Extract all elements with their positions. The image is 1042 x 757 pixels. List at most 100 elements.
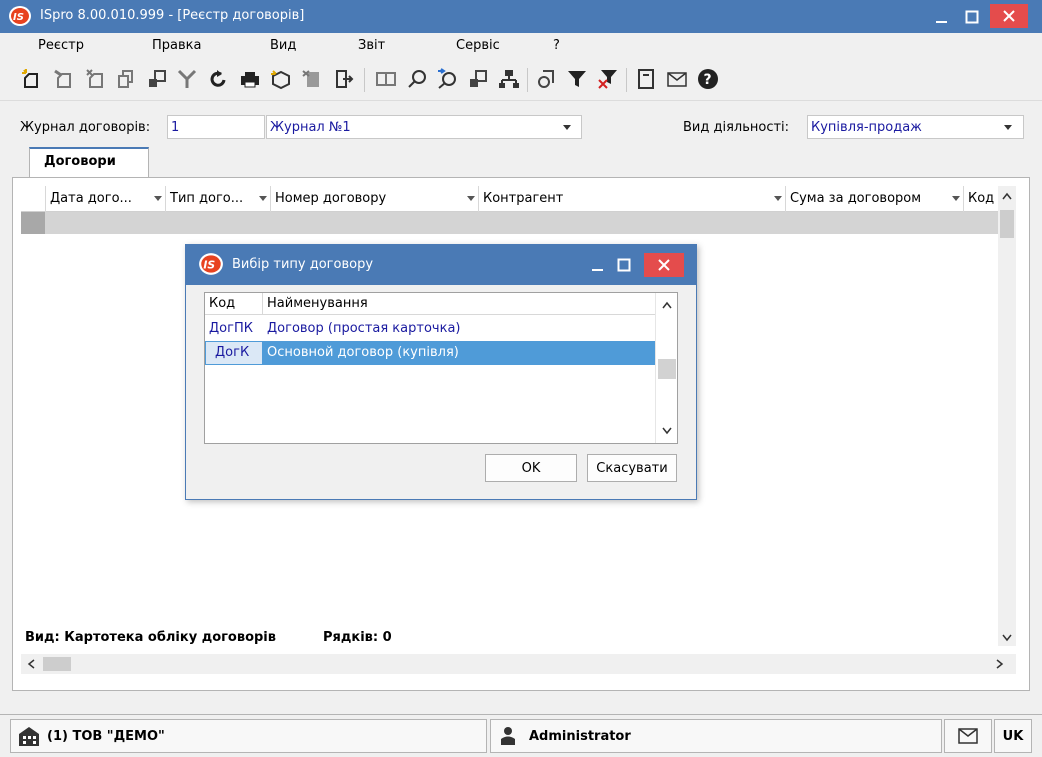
list-item-name: Договор (простая карточка) [267,321,461,336]
scroll-up-icon[interactable] [662,301,672,309]
row-selector[interactable] [21,212,45,234]
maximize-button[interactable] [956,0,988,33]
ispro-logo-icon: IS [9,6,31,26]
find-next-icon [438,68,456,89]
list-item-selected[interactable]: ДогК Основной договор (купівля) [205,341,655,365]
tab-contracts[interactable]: Договори [29,147,149,178]
merge-button[interactable] [173,64,201,94]
language-indicator[interactable]: UK [994,719,1032,753]
scroll-down-icon[interactable] [662,427,672,435]
contract-type-dialog: IS Вибір типу договору Код Найменування … [185,244,697,500]
scrollbar-thumb[interactable] [1000,210,1014,238]
find-button[interactable] [403,64,431,94]
column-header-name[interactable]: Найменування [263,293,655,315]
history-button[interactable] [533,64,561,94]
new-from-button[interactable] [82,64,110,94]
column-header-number[interactable]: Номер договору [270,186,478,212]
duplicate-button[interactable] [112,64,140,94]
help-button[interactable]: ? [694,64,722,94]
move-icon [470,70,487,87]
sort-arrow-icon [467,196,475,201]
scroll-right-icon[interactable] [996,659,1004,669]
activity-select[interactable]: Купівля-продаж [807,115,1024,139]
column-header-date[interactable]: Дата дого... [45,186,165,212]
scroll-left-icon[interactable] [27,659,35,669]
print-button[interactable] [236,64,264,94]
book-button[interactable] [372,64,400,94]
list-item-name: Основной договор (купівля) [267,345,459,360]
filter-bar: Журнал договорів: 1 Журнал №1 Вид діяльн… [0,100,1042,146]
exit-button[interactable] [330,64,358,94]
scroll-up-icon[interactable] [1002,192,1012,200]
status-bar: (1) ТОВ "ДЕМО" Administrator UK [0,714,1042,757]
user-status[interactable]: Administrator [490,719,942,753]
document-button[interactable] [632,64,660,94]
list-item[interactable]: ДогПК Договор (простая карточка) [205,317,655,341]
cancel-button[interactable]: Скасувати [587,454,677,482]
column-header-counterparty[interactable]: Контрагент [478,186,785,212]
dialog-maximize-button[interactable] [608,249,640,281]
column-header-code[interactable]: Код [205,293,263,315]
new-button[interactable] [18,64,46,94]
menu-service[interactable]: Сервіс [456,38,500,53]
building-icon [19,727,39,746]
window-title: ISpro 8.00.010.999 - [Реєстр договорів] [40,8,305,23]
column-header-label: Дата дого... [50,191,132,206]
sort-arrow-icon [774,196,782,201]
new-from-icon [86,69,103,88]
list-item-code: ДогПК [209,321,253,336]
view-status: Вид: Картотека обліку договорів [25,630,276,645]
mail-status[interactable] [944,719,992,753]
tab-strip: Договори [12,147,1030,178]
toolbar-separator [364,68,365,92]
column-header-type[interactable]: Тип дого... [165,186,270,212]
svg-text:IS: IS [13,12,24,23]
journal-code-field[interactable]: 1 [167,115,265,139]
merge-icon [177,69,197,88]
sort-arrow-icon [154,196,162,201]
filter-button[interactable] [563,64,591,94]
package-button[interactable] [267,64,295,94]
dialog-vertical-scrollbar[interactable] [655,293,677,443]
vertical-scrollbar[interactable] [998,186,1016,646]
menu-help[interactable]: ? [553,38,560,53]
mail-button[interactable] [663,64,691,94]
transfer-button[interactable] [143,64,171,94]
ok-button[interactable]: OK [485,454,577,482]
minimize-button[interactable] [926,0,958,33]
dialog-close-button[interactable] [644,253,684,277]
column-header-amount[interactable]: Сума за договором [785,186,963,212]
menu-report[interactable]: Звіт [358,38,385,53]
menu-view[interactable]: Вид [270,38,296,53]
refresh-button[interactable] [204,64,232,94]
clear-filter-button[interactable] [594,64,622,94]
column-header-code[interactable]: Код [963,186,998,212]
move-button[interactable] [464,64,492,94]
minimize-icon [592,269,603,271]
copy-button[interactable] [50,64,78,94]
journal-select[interactable]: Журнал №1 [266,115,582,139]
menu-edit[interactable]: Правка [152,38,201,53]
scrollbar-thumb[interactable] [43,657,71,671]
scrollbar-thumb[interactable] [658,359,676,379]
maximize-icon [965,10,979,23]
delete-icon [302,70,319,87]
document-icon [638,69,654,89]
company-status[interactable]: (1) ТОВ "ДЕМО" [10,719,487,753]
rows-count: Рядків: 0 [323,630,392,645]
hierarchy-button[interactable] [495,64,523,94]
menu-registry[interactable]: Реєстр [38,38,84,53]
svg-text:IS: IS [203,258,215,271]
transfer-icon [149,70,166,87]
table-row[interactable] [21,212,998,234]
list-item-code: ДогК [215,345,250,360]
scroll-down-icon[interactable] [1002,634,1012,642]
delete-button[interactable] [298,64,326,94]
horizontal-scrollbar[interactable] [21,654,1016,674]
toolbar-separator [527,68,528,92]
close-button[interactable] [990,4,1028,28]
svg-text:?: ? [704,72,712,88]
close-icon [658,259,670,271]
find-next-button[interactable] [433,64,461,94]
user-icon [501,727,515,745]
